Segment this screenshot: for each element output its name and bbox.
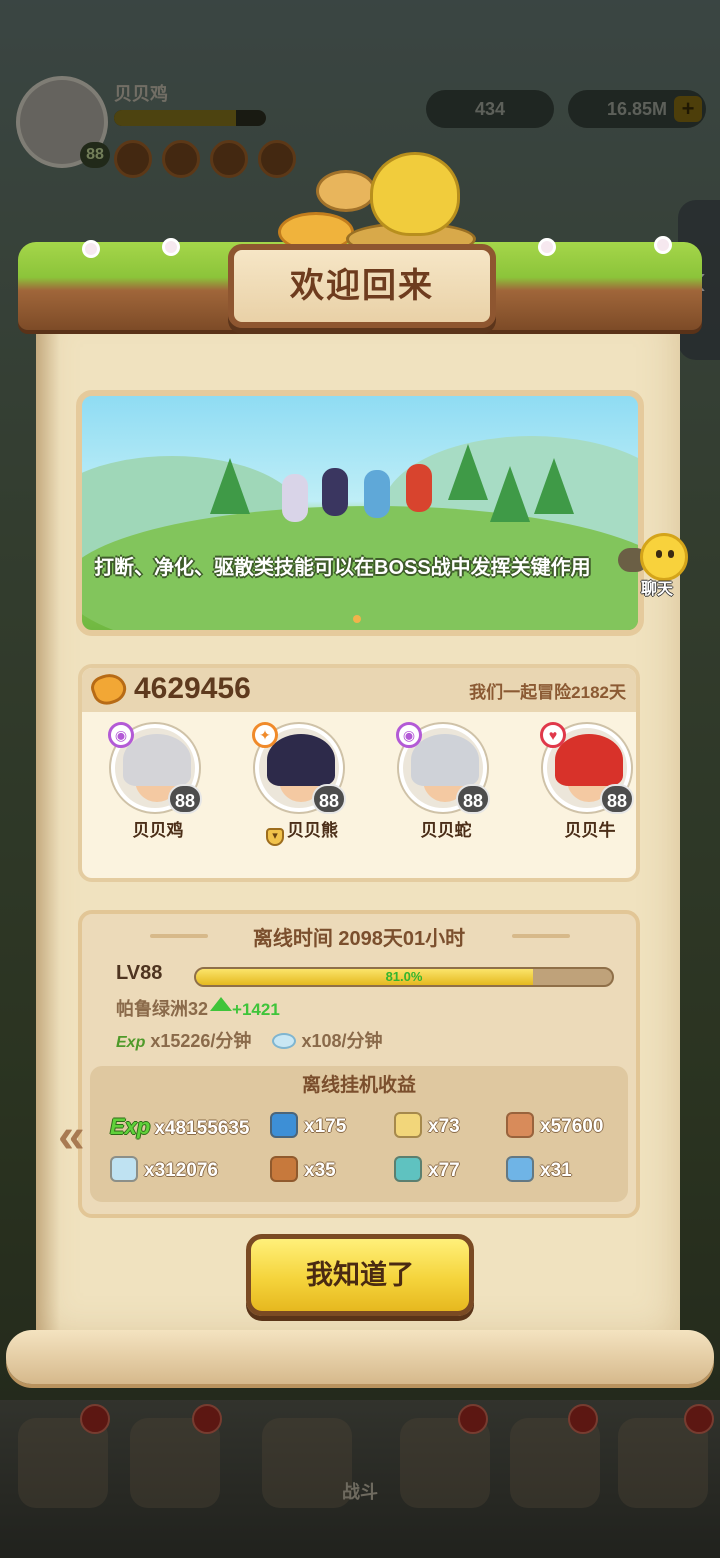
tree-decoration bbox=[534, 458, 574, 514]
medal-icon bbox=[506, 1112, 534, 1138]
member-level-badge: 88 bbox=[456, 784, 490, 814]
scroll-bottom-roll bbox=[6, 1330, 714, 1384]
crystal-icon bbox=[394, 1156, 422, 1182]
offline-rates: Exp x15226/分钟 x108/分钟 bbox=[116, 1028, 383, 1056]
fire-element-icon: ✦ bbox=[252, 722, 278, 748]
member-name: 贝贝牛 bbox=[526, 816, 654, 841]
scroll-shadow bbox=[36, 300, 60, 1340]
lamp-icon bbox=[394, 1112, 422, 1138]
team-member[interactable]: ✦ 88 ▾ 贝贝熊 bbox=[238, 722, 366, 846]
ice-shard-icon bbox=[506, 1156, 534, 1182]
hero-sprite bbox=[282, 474, 308, 522]
wind-element-icon: ◉ bbox=[396, 722, 422, 748]
reward-amount: x175 bbox=[304, 1116, 347, 1137]
flower-decoration bbox=[538, 238, 556, 256]
member-name: ▾ 贝贝熊 bbox=[238, 816, 366, 846]
tip-banner[interactable] bbox=[76, 390, 644, 636]
shield-icon: ▾ bbox=[266, 828, 284, 846]
member-level-badge: 88 bbox=[600, 784, 634, 814]
avatar-hair bbox=[123, 734, 191, 786]
gold-amount: 4629456 bbox=[134, 672, 251, 705]
avatar-hair bbox=[411, 734, 479, 786]
carousel-dot[interactable] bbox=[353, 615, 361, 623]
tree-decoration bbox=[448, 444, 488, 500]
dialog-title: 欢迎回来 bbox=[290, 267, 434, 305]
offline-time: 离线时间 2098天01小时 bbox=[252, 928, 466, 950]
gem-icon bbox=[272, 1033, 297, 1049]
reward-amount: x57600 bbox=[540, 1116, 604, 1137]
reward-item: x73 bbox=[394, 1112, 460, 1142]
chat-label[interactable]: 聊天 bbox=[632, 575, 682, 599]
adventure-days: 我们一起冒险2182天 bbox=[469, 683, 626, 702]
tip-text: 打断、净化、驱散类技能可以在BOSS战中发挥关键作用 bbox=[94, 557, 591, 579]
exp-rate: x15226/分钟 bbox=[150, 1031, 252, 1051]
avatar-hair bbox=[267, 734, 335, 786]
level-label: LV88 bbox=[116, 962, 163, 984]
team-member[interactable]: ◉ 88 贝贝鸡 bbox=[94, 722, 222, 842]
tree-decoration bbox=[210, 458, 250, 514]
member-name-text: 贝贝鸡 bbox=[132, 821, 184, 840]
stage-name: 帕鲁绿洲32 bbox=[116, 999, 209, 1019]
member-level-badge: 88 bbox=[312, 784, 346, 814]
reward-item: x175 bbox=[270, 1112, 346, 1142]
hero-sprite bbox=[322, 468, 348, 516]
member-name-text: 贝贝牛 bbox=[564, 821, 616, 840]
hero-sprite bbox=[364, 470, 390, 518]
reward-item: x57600 bbox=[506, 1112, 603, 1142]
team-member[interactable]: ◉ 88 贝贝蛇 bbox=[382, 722, 510, 842]
tree-decoration bbox=[490, 466, 530, 522]
up-arrow-icon bbox=[210, 997, 233, 1011]
rewards-title: 离线挂机收益 bbox=[301, 1075, 416, 1096]
gem-icon bbox=[110, 1156, 138, 1182]
reward-amount: x312076 bbox=[144, 1160, 218, 1181]
meat-icon bbox=[270, 1156, 298, 1182]
hero-sprite bbox=[406, 464, 432, 512]
reward-amount: x35 bbox=[304, 1160, 336, 1181]
chat-smiley-icon[interactable] bbox=[640, 533, 688, 581]
exp-icon: Exp bbox=[110, 1114, 151, 1139]
flower-decoration bbox=[162, 238, 180, 256]
wind-element-icon: ◉ bbox=[108, 722, 134, 748]
reward-item: Exp x48155635 bbox=[110, 1112, 249, 1142]
flower-decoration bbox=[654, 236, 672, 254]
gem-rate: x108/分钟 bbox=[301, 1031, 383, 1051]
member-name-text: 贝贝熊 bbox=[287, 821, 338, 840]
reward-amount: x73 bbox=[428, 1116, 460, 1137]
stage-info: 帕鲁绿洲32 +1421 bbox=[116, 996, 280, 1023]
reward-amount: x77 bbox=[428, 1160, 460, 1181]
shirt-icon bbox=[270, 1112, 298, 1138]
stage-gain: +1421 bbox=[232, 1000, 280, 1019]
member-name: 贝贝鸡 bbox=[94, 816, 222, 841]
reward-amount: x31 bbox=[540, 1160, 572, 1181]
reward-item: x312076 bbox=[110, 1156, 218, 1186]
xp-percent: 81.0% bbox=[385, 969, 423, 984]
exp-icon: Exp bbox=[116, 1034, 146, 1051]
member-name-text: 贝贝蛇 bbox=[420, 821, 472, 840]
avatar-hair bbox=[555, 734, 623, 786]
confirm-button-label[interactable]: 我知道了 bbox=[246, 1250, 474, 1300]
heart-element-icon: ♥ bbox=[540, 722, 566, 748]
mascot-chick-icon bbox=[370, 152, 460, 236]
member-name: 贝贝蛇 bbox=[382, 816, 510, 841]
member-level-badge: 88 bbox=[168, 784, 202, 814]
reward-item: x35 bbox=[270, 1156, 336, 1186]
team-member[interactable]: ♥ 88 贝贝牛 bbox=[526, 722, 654, 842]
flower-decoration bbox=[82, 240, 100, 258]
chevron-left-icon[interactable]: « bbox=[58, 1112, 85, 1162]
horn-decoration bbox=[316, 170, 376, 212]
reward-item: x31 bbox=[506, 1156, 572, 1186]
reward-amount: x48155635 bbox=[154, 1118, 250, 1139]
reward-item: x77 bbox=[394, 1156, 460, 1186]
